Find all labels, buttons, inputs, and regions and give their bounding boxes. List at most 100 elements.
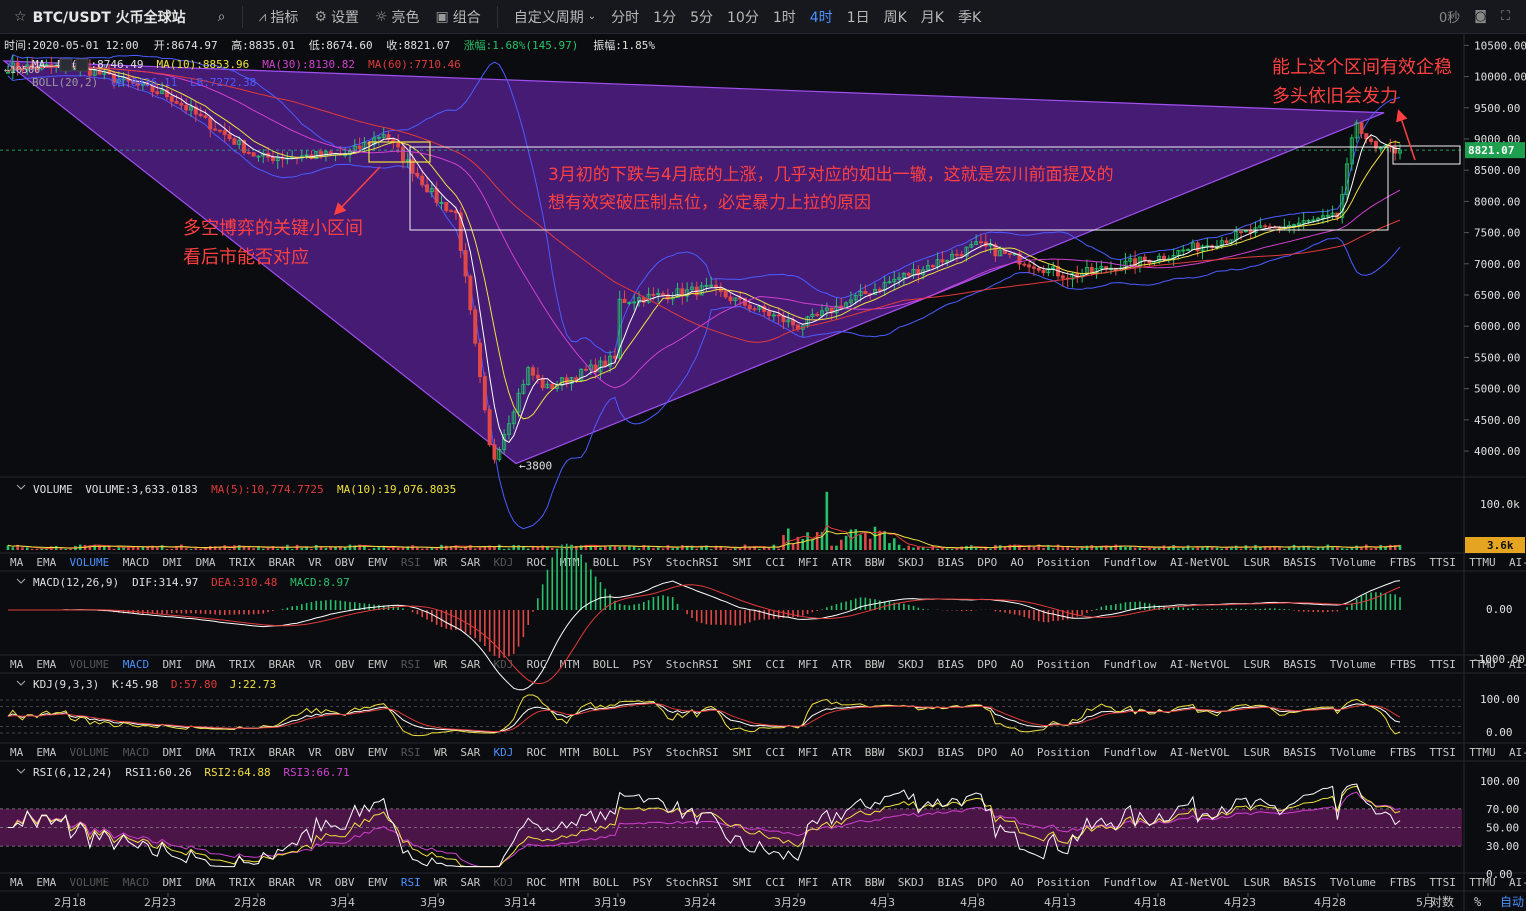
indicator-tab-stochrsi[interactable]: StochRSI [666, 876, 719, 889]
indicator-tab-volume[interactable]: VOLUME [70, 746, 110, 759]
indicator-tab-ai-netvol[interactable]: AI-NetVOL [1170, 746, 1230, 759]
indicator-tab-boll[interactable]: BOLL [593, 658, 620, 671]
indicator-tab-brar[interactable]: BRAR [269, 556, 296, 569]
period-tab-6[interactable]: 1日 [840, 10, 877, 26]
indicator-tab-dmi[interactable]: DMI [163, 876, 183, 889]
indicator-tab-ema[interactable]: EMA [36, 556, 56, 569]
indicator-tab-ttsi[interactable]: TTSI [1429, 876, 1456, 889]
indicator-tab-tvolume[interactable]: TVolume [1330, 658, 1376, 671]
search-icon[interactable]: ⌕ [210, 9, 234, 25]
indicator-tab-brar[interactable]: BRAR [269, 876, 296, 889]
indicator-tab-vr[interactable]: VR [308, 876, 322, 889]
indicator-tab-wr[interactable]: WR [434, 658, 448, 671]
indicator-tab-kdj[interactable]: KDJ [494, 556, 514, 569]
indicator-tab-tvolume[interactable]: TVolume [1330, 556, 1376, 569]
indicator-tab-ao[interactable]: AO [1011, 746, 1024, 759]
indicator-tab-ai-netvol[interactable]: AI-NetVOL [1170, 556, 1230, 569]
indicator-tab-atr[interactable]: ATR [832, 746, 852, 759]
indicator-tab-skdj[interactable]: SKDJ [898, 876, 925, 889]
indicator-tab-bbw[interactable]: BBW [865, 746, 885, 759]
indicator-tab-macd[interactable]: MACD [123, 876, 150, 889]
indicator-tab-ma[interactable]: MA [10, 658, 24, 671]
indicator-tab-vr[interactable]: VR [308, 556, 322, 569]
indicator-tab-dma[interactable]: DMA [196, 658, 216, 671]
star-icon[interactable]: ☆ [14, 9, 27, 25]
period-tab-8[interactable]: 月K [914, 10, 951, 26]
indicator-tab-skdj[interactable]: SKDJ [898, 746, 925, 759]
settings-button[interactable]: ⚙ 设置 [306, 7, 367, 27]
indicator-tab-smi[interactable]: SMI [732, 876, 752, 889]
indicator-tab-ai-bsi[interactable]: AI-BSI [1509, 746, 1526, 759]
indicator-tab-macd[interactable]: MACD [123, 746, 150, 759]
indicator-tab-position[interactable]: Position [1037, 746, 1090, 759]
period-tab-3[interactable]: 10分 [720, 10, 766, 26]
indicator-tab-psy[interactable]: PSY [633, 658, 653, 671]
indicator-tab-position[interactable]: Position [1037, 556, 1090, 569]
indicator-tab-wr[interactable]: WR [434, 556, 448, 569]
indicator-tab-mtm[interactable]: MTM [560, 746, 580, 759]
indicator-tab-basis[interactable]: BASIS [1283, 876, 1316, 889]
indicator-tab-ao[interactable]: AO [1011, 658, 1024, 671]
indicator-tab-lsur[interactable]: LSUR [1243, 556, 1270, 569]
indicator-tab-skdj[interactable]: SKDJ [898, 658, 925, 671]
indicator-tab-trix[interactable]: TRIX [229, 658, 256, 671]
period-tab-0[interactable]: 分时 [604, 10, 646, 26]
indicator-tab-ttsi[interactable]: TTSI [1429, 556, 1456, 569]
collapse-icon[interactable] [16, 578, 26, 584]
indicator-tab-mtm[interactable]: MTM [560, 876, 580, 889]
indicator-tab-dma[interactable]: DMA [196, 556, 216, 569]
light-mode-button[interactable]: ☼ 亮色 [367, 7, 428, 27]
indicator-tab-basis[interactable]: BASIS [1283, 556, 1316, 569]
indicator-tab-psy[interactable]: PSY [633, 876, 653, 889]
indicator-tab-psy[interactable]: PSY [633, 556, 653, 569]
collapse-icon[interactable] [16, 680, 26, 686]
indicator-tab-lsur[interactable]: LSUR [1243, 658, 1270, 671]
indicator-tab-wr[interactable]: WR [434, 876, 448, 889]
period-tab-7[interactable]: 周K [877, 10, 914, 26]
indicator-tab-dpo[interactable]: DPO [977, 556, 997, 569]
indicator-tab-brar[interactable]: BRAR [269, 746, 296, 759]
indicator-tab-mfi[interactable]: MFI [799, 556, 819, 569]
breakout-zone-box[interactable] [1392, 145, 1461, 165]
indicator-tab-sar[interactable]: SAR [460, 556, 480, 569]
indicator-tab-bias[interactable]: BIAS [938, 876, 965, 889]
indicator-tab-roc[interactable]: ROC [527, 556, 547, 569]
indicator-tab-ao[interactable]: AO [1011, 876, 1024, 889]
indicator-tab-emv[interactable]: EMV [368, 658, 388, 671]
indicator-tab-ai-bsi[interactable]: AI-BSI [1509, 556, 1526, 569]
indicator-tab-dmi[interactable]: DMI [163, 746, 183, 759]
indicator-tab-volume[interactable]: VOLUME [70, 658, 110, 671]
indicator-tab-fundflow[interactable]: Fundflow [1104, 746, 1157, 759]
indicator-tab-wr[interactable]: WR [434, 746, 448, 759]
indicator-tab-emv[interactable]: EMV [368, 746, 388, 759]
indicator-tab-emv[interactable]: EMV [368, 556, 388, 569]
indicator-tab-ftbs[interactable]: FTBS [1390, 746, 1417, 759]
symbol-title[interactable]: BTC/USDT 火币全球站 [33, 7, 186, 27]
indicator-tab-stochrsi[interactable]: StochRSI [666, 658, 719, 671]
indicator-tab-position[interactable]: Position [1037, 658, 1090, 671]
indicator-tab-fundflow[interactable]: Fundflow [1104, 876, 1157, 889]
indicator-tab-trix[interactable]: TRIX [229, 556, 256, 569]
indicator-tab-smi[interactable]: SMI [732, 658, 752, 671]
indicator-tab-tvolume[interactable]: TVolume [1330, 876, 1376, 889]
indicator-tab-dma[interactable]: DMA [196, 746, 216, 759]
indicator-tab-dpo[interactable]: DPO [977, 746, 997, 759]
indicator-tab-dmi[interactable]: DMI [163, 556, 183, 569]
indicator-tab-lsur[interactable]: LSUR [1243, 876, 1270, 889]
indicator-tab-obv[interactable]: OBV [335, 876, 355, 889]
indicator-tab-kdj[interactable]: KDJ [494, 658, 514, 671]
indicator-tab-cci[interactable]: CCI [765, 658, 785, 671]
indicator-tab-atr[interactable]: ATR [832, 658, 852, 671]
indicator-tab-ai-netvol[interactable]: AI-NetVOL [1170, 658, 1230, 671]
indicator-tab-psy[interactable]: PSY [633, 746, 653, 759]
indicator-tab-boll[interactable]: BOLL [593, 876, 620, 889]
indicator-tab-bbw[interactable]: BBW [865, 658, 885, 671]
indicator-tab-macd[interactable]: MACD [123, 658, 150, 671]
indicator-tab-ao[interactable]: AO [1011, 556, 1024, 569]
indicator-tab-basis[interactable]: BASIS [1283, 746, 1316, 759]
indicator-tab-roc[interactable]: ROC [527, 876, 547, 889]
indicator-tab-emv[interactable]: EMV [368, 876, 388, 889]
indicator-tab-obv[interactable]: OBV [335, 658, 355, 671]
indicator-tab-rsi[interactable]: RSI [401, 876, 421, 889]
indicator-tab-obv[interactable]: OBV [335, 556, 355, 569]
